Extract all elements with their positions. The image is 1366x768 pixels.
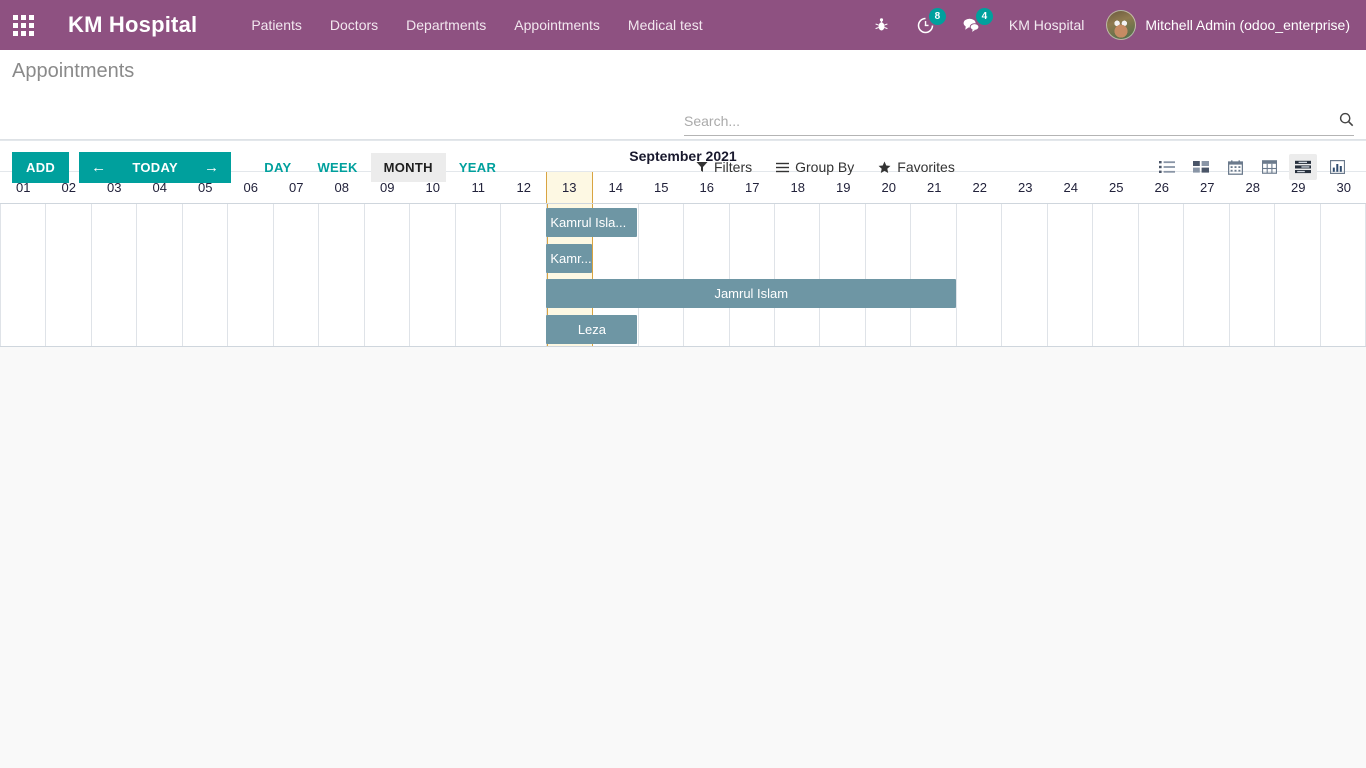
gantt-row: Kamr... [0,240,1366,276]
apps-grid-icon [12,14,34,36]
add-button[interactable]: ADD [12,151,70,183]
activities-button[interactable]: 8 [903,0,948,50]
main-menu: Patients Doctors Departments Appointment… [237,0,716,50]
gantt-task-pill[interactable]: Kamr... [546,243,592,273]
prev-period-button[interactable]: ← [79,151,119,183]
gantt-nav-buttons: ADD ← TODAY → [12,151,232,183]
menu-item-appointments[interactable]: Appointments [500,0,614,50]
gantt-body: Kamrul Isla... Kamr... Jamrul Islam Leza [0,204,1366,346]
avatar [1106,10,1137,40]
pivot-view-button[interactable] [1255,154,1283,180]
user-menu-button[interactable]: Mitchell Admin (odoo_enterprise) [1098,10,1350,40]
groupby-dropdown[interactable]: Group By [764,153,866,181]
star-icon [878,161,891,173]
gantt-row: Leza [0,311,1366,347]
user-name: Mitchell Admin (odoo_enterprise) [1145,17,1350,33]
top-navbar: KM Hospital Patients Doctors Departments… [0,0,1366,50]
brand-title[interactable]: KM Hospital [68,12,197,38]
search-view [684,112,1354,136]
control-panel-top-row: Appointments [12,50,1354,92]
list-view-button[interactable] [1153,154,1181,180]
messages-badge: 4 [975,8,993,25]
apps-menu-button[interactable] [0,0,46,50]
calendar-view-button[interactable] [1221,154,1249,180]
graph-view-button[interactable] [1323,154,1351,180]
favorites-label: Favorites [897,159,955,175]
menu-item-patients[interactable]: Patients [237,0,316,50]
kanban-view-icon [1193,161,1209,173]
menu-item-doctors[interactable]: Doctors [316,0,392,50]
scale-year[interactable]: YEAR [446,153,509,182]
kanban-view-button[interactable] [1187,154,1215,180]
graph-view-icon [1329,160,1345,174]
view-switcher [1150,154,1354,180]
gantt-view-icon [1295,160,1311,174]
search-input[interactable] [684,113,1331,129]
page-title: Appointments [12,60,135,82]
groupby-label: Group By [795,159,855,175]
calendar-view-icon [1227,159,1243,175]
scale-month[interactable]: MONTH [370,152,446,182]
gantt-view-button[interactable] [1289,154,1317,180]
gantt-row: Jamrul Islam [0,275,1366,311]
pivot-view-icon [1261,160,1277,174]
gantt-task-pill[interactable]: Jamrul Islam [546,279,957,308]
search-icon[interactable] [1339,112,1354,130]
filters-label: Filters [714,159,753,175]
list-view-icon [1159,161,1175,173]
activities-badge: 8 [928,8,946,25]
control-panel-bottom-row: ADD ← TODAY → DAY WEEK MONTH YEAR Filter… [12,150,1354,184]
scale-day[interactable]: DAY [251,153,304,182]
list-icon [776,162,790,172]
menu-item-medical-test[interactable]: Medical test [614,0,717,50]
today-button[interactable]: TODAY [118,151,192,183]
next-period-button[interactable]: → [191,151,232,183]
gantt-task-pill[interactable]: Kamrul Isla... [546,208,638,237]
favorites-dropdown[interactable]: Favorites [866,153,967,181]
empty-content-area [0,347,1366,760]
filter-icon [696,162,708,172]
scale-week[interactable]: WEEK [304,153,370,182]
debug-menu-button[interactable] [860,0,903,50]
gantt-row: Kamrul Isla... [0,204,1366,240]
control-panel: Appointments ADD ← TODAY → DAY WEEK MONT… [0,50,1366,183]
filters-dropdown[interactable]: Filters [684,153,764,181]
search-options: Filters Group By Favorites [684,153,967,181]
gantt-task-pill[interactable]: Leza [546,314,638,344]
navbar-right-section: 8 4 KM Hospital Mitchell Admin (odoo_ent… [860,0,1366,50]
scale-selector: DAY WEEK MONTH YEAR [251,152,509,182]
menu-item-departments[interactable]: Departments [392,0,500,50]
company-switcher[interactable]: KM Hospital [995,0,1098,50]
bug-icon [875,17,888,30]
gantt-rows: Kamrul Isla... Kamr... Jamrul Islam Leza [0,204,1366,346]
messages-button[interactable]: 4 [948,0,995,50]
